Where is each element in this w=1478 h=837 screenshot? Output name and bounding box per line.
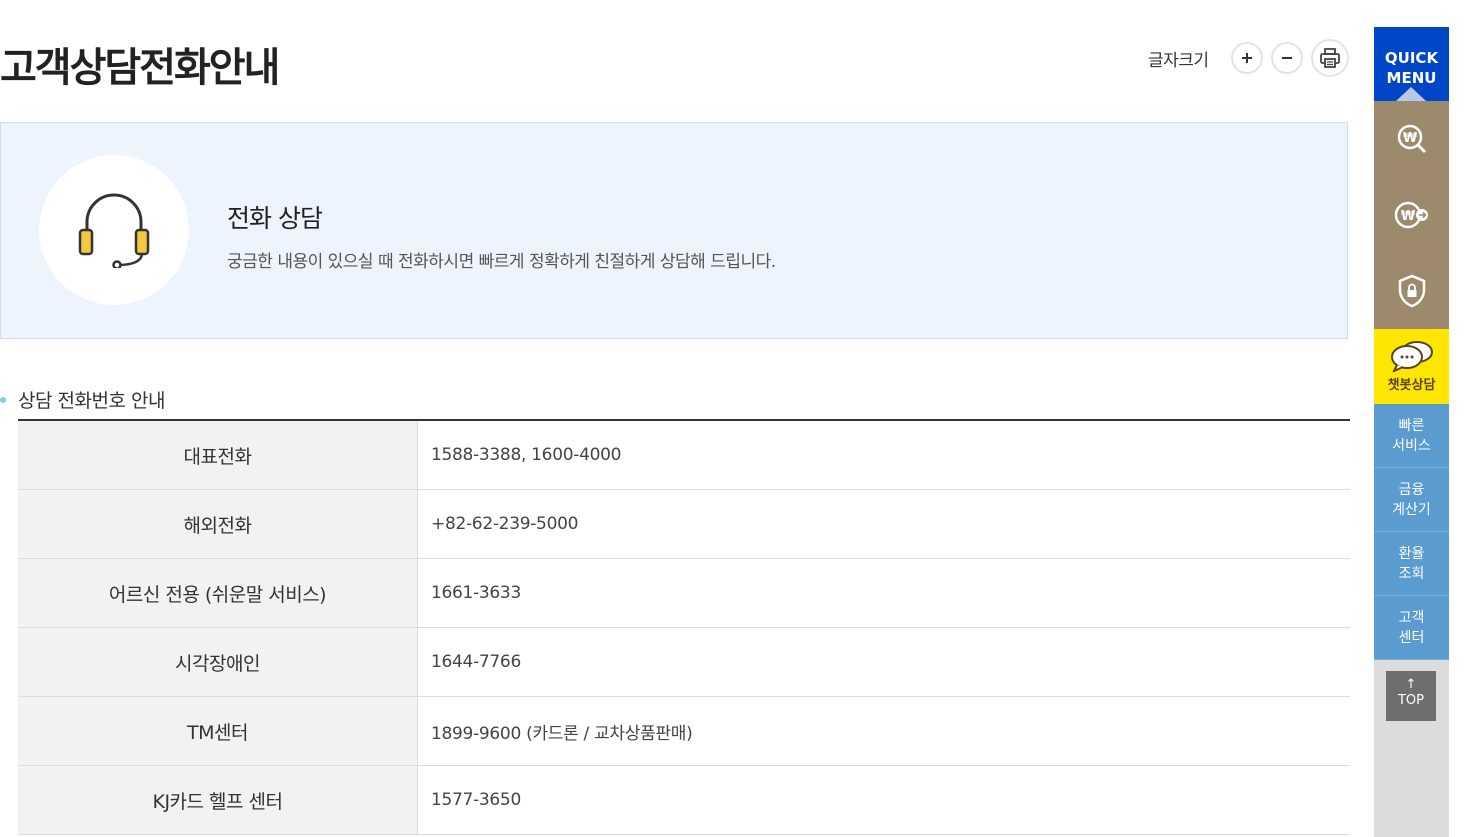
minus-icon xyxy=(1281,57,1292,59)
row-label: 대표전화 xyxy=(18,420,418,490)
section-title: 상담 전화번호 안내 xyxy=(0,386,165,413)
quick-won-search-button[interactable]: ₩ xyxy=(1374,101,1449,177)
quick-exchange-rate-button[interactable]: 환율 조회 xyxy=(1374,532,1449,596)
font-size-tools: 글자크기 xyxy=(1148,39,1349,77)
quick-chatbot-button[interactable]: 챗봇상담 xyxy=(1374,329,1449,404)
quick-customer-center-button[interactable]: 고객 센터 xyxy=(1374,596,1449,660)
page-title: 고객상담전화안내 xyxy=(0,45,280,91)
row-label: 어르신 전용 (쉬운말 서비스) xyxy=(18,558,418,628)
headset-icon xyxy=(78,193,150,268)
svg-text:₩: ₩ xyxy=(1400,209,1415,224)
quick-won-transfer-button[interactable]: ₩ xyxy=(1374,177,1449,253)
row-value: 1577-3650 xyxy=(417,765,1350,835)
row-label: TM센터 xyxy=(18,696,418,766)
intro-description: 궁금한 내용이 있으실 때 전화하시면 빠르게 정확하게 친절하게 상담해 드립… xyxy=(227,252,776,272)
quick-fast-service-button[interactable]: 빠른 서비스 xyxy=(1374,404,1449,468)
printer-icon xyxy=(1319,48,1340,68)
row-value: 1899-9600 (카드론 / 교차상품판매) xyxy=(417,696,1350,766)
table-row: 시각장애인 1644-7766 xyxy=(18,627,1350,697)
svg-text:₩: ₩ xyxy=(1402,131,1417,146)
row-value: +82-62-239-5000 xyxy=(417,489,1350,559)
scroll-top-button[interactable]: ↑ TOP xyxy=(1386,671,1436,721)
arrow-up-icon: ↑ xyxy=(1405,677,1417,692)
phone-number-table: 대표전화 1588-3388, 1600-4000 해외전화 +82-62-23… xyxy=(18,419,1350,835)
shield-lock-icon xyxy=(1398,274,1425,308)
row-label: 시각장애인 xyxy=(18,627,418,697)
quick-security-button[interactable] xyxy=(1374,253,1449,329)
quick-calculator-button[interactable]: 금융 계산기 xyxy=(1374,468,1449,532)
plus-icon xyxy=(1241,53,1252,63)
chat-bubble-icon xyxy=(1390,341,1433,372)
row-label: KJ카드 헬프 센터 xyxy=(18,765,418,835)
font-increase-button[interactable] xyxy=(1230,42,1263,74)
table-row: 해외전화 +82-62-239-5000 xyxy=(18,489,1350,559)
table-row: KJ카드 헬프 센터 1577-3650 xyxy=(18,765,1350,835)
won-transfer-icon: ₩ xyxy=(1394,201,1428,229)
quick-menu-header: QUICK MENU xyxy=(1374,27,1449,101)
quick-menu-title-line1: QUICK xyxy=(1384,49,1439,67)
intro-heading: 전화 상담 xyxy=(227,204,323,233)
print-button[interactable] xyxy=(1310,39,1349,77)
font-size-label: 글자크기 xyxy=(1148,50,1209,71)
row-value: 1644-7766 xyxy=(417,627,1350,697)
row-label: 해외전화 xyxy=(18,489,418,559)
table-row: 어르신 전용 (쉬운말 서비스) 1661-3633 xyxy=(18,558,1350,628)
table-row: TM센터 1899-9600 (카드론 / 교차상품판매) xyxy=(18,696,1350,766)
bullet-icon xyxy=(0,396,6,403)
row-value: 1588-3388, 1600-4000 xyxy=(417,420,1350,490)
top-label: TOP xyxy=(1397,693,1424,708)
quick-menu: QUICK MENU ₩ ₩ 챗봇상담 빠른 서비스 금융 계산기 환율 조회 … xyxy=(1374,27,1449,837)
quick-menu-title-line2: MENU xyxy=(1386,69,1437,87)
won-search-icon: ₩ xyxy=(1397,124,1426,154)
quick-menu-pointer xyxy=(1396,87,1426,101)
section-title-text: 상담 전화번호 안내 xyxy=(18,390,165,412)
font-decrease-button[interactable] xyxy=(1270,42,1303,74)
chatbot-label: 챗봇상담 xyxy=(1387,378,1436,393)
row-value: 1661-3633 xyxy=(417,558,1350,628)
table-row: 대표전화 1588-3388, 1600-4000 xyxy=(18,420,1350,490)
headset-badge xyxy=(39,155,189,305)
phone-consult-intro: 전화 상담 궁금한 내용이 있으실 때 전화하시면 빠르게 정확하게 친절하게 … xyxy=(0,122,1348,339)
